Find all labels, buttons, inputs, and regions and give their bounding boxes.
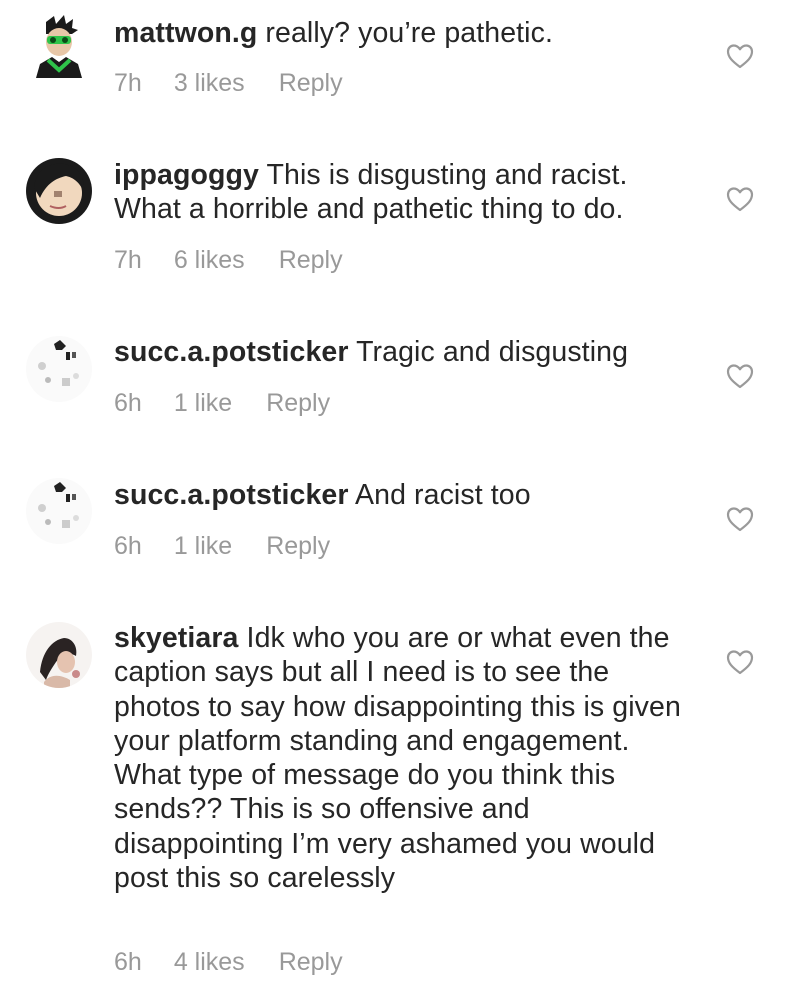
comment-time: 6h [114, 532, 142, 560]
heart-outline-icon[interactable] [726, 186, 754, 212]
comment-time: 6h [114, 389, 142, 417]
comment-body: really? you’re pathetic. [265, 17, 553, 49]
comment-time: 7h [114, 246, 142, 274]
heart-outline-icon[interactable] [726, 363, 754, 389]
comment-body: Tragic and disgusting [356, 336, 629, 368]
comment-likes[interactable]: 6 likes [174, 245, 245, 275]
comment-username[interactable]: ippagoggy [114, 159, 259, 191]
comment-username[interactable]: mattwon.g [114, 17, 257, 49]
comment-time: 6h [114, 948, 142, 976]
comment-body: And racist too [355, 479, 531, 511]
reply-button[interactable]: Reply [279, 947, 343, 977]
comment-text: skyetiara Idk who you are or what even t… [114, 621, 694, 895]
reply-button[interactable]: Reply [266, 388, 330, 418]
comment-body: Idk who you are or what even the caption… [114, 622, 681, 895]
comment-username[interactable]: succ.a.potsticker [114, 336, 349, 368]
comment-meta: 7h 3 likes Reply [114, 68, 343, 98]
comment-text: succ.a.potsticker And racist too [114, 478, 694, 512]
heart-outline-icon[interactable] [726, 43, 754, 69]
comment-text: ippagoggy This is disgusting and racist.… [114, 158, 694, 227]
comment-time: 7h [114, 69, 142, 97]
avatar[interactable] [26, 12, 92, 78]
avatar[interactable] [26, 158, 92, 224]
comment-meta: 6h 1 like Reply [114, 531, 330, 561]
comment-username[interactable]: succ.a.potsticker [114, 479, 349, 511]
avatar[interactable] [26, 336, 92, 402]
comment-text: succ.a.potsticker Tragic and disgusting [114, 335, 694, 369]
comment-likes[interactable]: 3 likes [174, 68, 245, 98]
comment-username[interactable]: skyetiara [114, 622, 239, 654]
heart-outline-icon[interactable] [726, 506, 754, 532]
comment-likes[interactable]: 1 like [174, 388, 232, 418]
comment-meta: 6h 1 like Reply [114, 388, 330, 418]
avatar[interactable] [26, 622, 92, 688]
heart-outline-icon[interactable] [726, 649, 754, 675]
comment-likes[interactable]: 1 like [174, 531, 232, 561]
reply-button[interactable]: Reply [279, 68, 343, 98]
reply-button[interactable]: Reply [279, 245, 343, 275]
comment-likes[interactable]: 4 likes [174, 947, 245, 977]
reply-button[interactable]: Reply [266, 531, 330, 561]
comment-meta: 7h 6 likes Reply [114, 245, 343, 275]
comment-text: mattwon.g really? you’re pathetic. [114, 16, 694, 50]
comment-meta: 6h 4 likes Reply [114, 947, 343, 977]
avatar[interactable] [26, 478, 92, 544]
